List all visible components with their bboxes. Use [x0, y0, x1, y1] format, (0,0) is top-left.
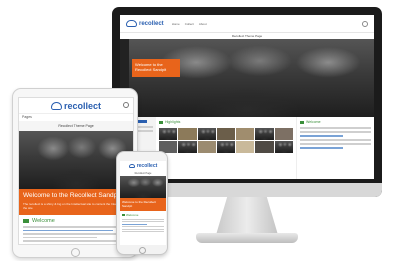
desktop-hero-banner: Welcome to the Recollect Sandpit — [132, 59, 180, 77]
phone-screen: recollect Recollect Page Welcome to the … — [120, 161, 166, 245]
phone-header: recollect — [120, 161, 166, 171]
nav-item-home[interactable]: Home — [172, 22, 180, 26]
phone-logo[interactable]: recollect — [128, 163, 158, 169]
desktop-welcome-column: Welcome — [296, 117, 374, 179]
thumbnail[interactable] — [255, 141, 274, 153]
thumbnail[interactable] — [274, 128, 293, 140]
nav-item-collect[interactable]: Collect — [185, 22, 194, 26]
tablet-header: recollect — [19, 98, 133, 114]
cloud-logo-icon — [126, 20, 137, 27]
flag-icon — [23, 219, 29, 223]
tablet-home-button[interactable] — [71, 248, 80, 257]
highlights-heading: Highlights — [159, 119, 293, 125]
thumbnail[interactable] — [236, 141, 255, 153]
phone-home-button[interactable] — [139, 247, 146, 254]
desktop-nav: Home Collect About — [172, 22, 207, 26]
cloud-logo-icon — [128, 164, 135, 168]
desktop-header: recollect Home Collect About — [120, 15, 374, 33]
logo-text: recollect — [63, 100, 102, 111]
hero-heading: Welcome to the Recollect Sandpit — [23, 192, 121, 199]
phone-hero-image — [120, 176, 166, 198]
thumbnail[interactable] — [178, 128, 197, 140]
thumbnail[interactable] — [159, 128, 178, 140]
thumbnail[interactable] — [216, 141, 236, 153]
search-icon[interactable] — [123, 102, 129, 108]
thumbnail[interactable] — [236, 128, 255, 140]
cloud-logo-icon — [50, 101, 62, 110]
thumbnail[interactable] — [255, 128, 274, 140]
welcome-heading: Welcome — [300, 119, 371, 125]
thumbnail[interactable] — [178, 141, 197, 153]
flag-icon — [159, 120, 163, 124]
welcome-heading: Welcome — [122, 213, 164, 217]
desktop-hero-image: Welcome to the Recollect Sandpit — [120, 39, 374, 117]
desktop-highlights: Highlights — [156, 117, 296, 179]
tablet-page-title: Recollect Theme Page — [19, 121, 133, 131]
search-icon[interactable] — [362, 20, 368, 27]
welcome-heading: Welcome — [23, 218, 129, 224]
tablet-menu[interactable]: Pages — [19, 114, 133, 121]
nav-item-about[interactable]: About — [199, 22, 207, 26]
monitor-stand-neck — [216, 197, 278, 235]
logo-text: recollect — [139, 20, 164, 27]
desktop-logo[interactable]: recollect — [126, 20, 164, 27]
flag-icon — [300, 120, 304, 124]
phone-body: Welcome — [120, 211, 166, 234]
logo-text: recollect — [136, 163, 158, 169]
phone-device: recollect Recollect Page Welcome to the … — [116, 151, 168, 255]
thumbnail[interactable] — [274, 141, 293, 153]
welcome-text — [23, 226, 129, 242]
hero-subtext: The recollect is a shiny & Ing on the In… — [23, 202, 129, 210]
highlights-thumbnail-grid — [159, 128, 293, 153]
flag-icon — [122, 214, 125, 216]
tablet-logo[interactable]: recollect — [50, 100, 102, 111]
thumbnail[interactable] — [197, 128, 216, 140]
thumbnail[interactable] — [197, 141, 216, 153]
monitor-stand-base — [196, 233, 298, 243]
thumbnail[interactable] — [216, 128, 236, 140]
phone-hero-banner: Welcome to the Recollect Sandpit — [120, 198, 166, 211]
